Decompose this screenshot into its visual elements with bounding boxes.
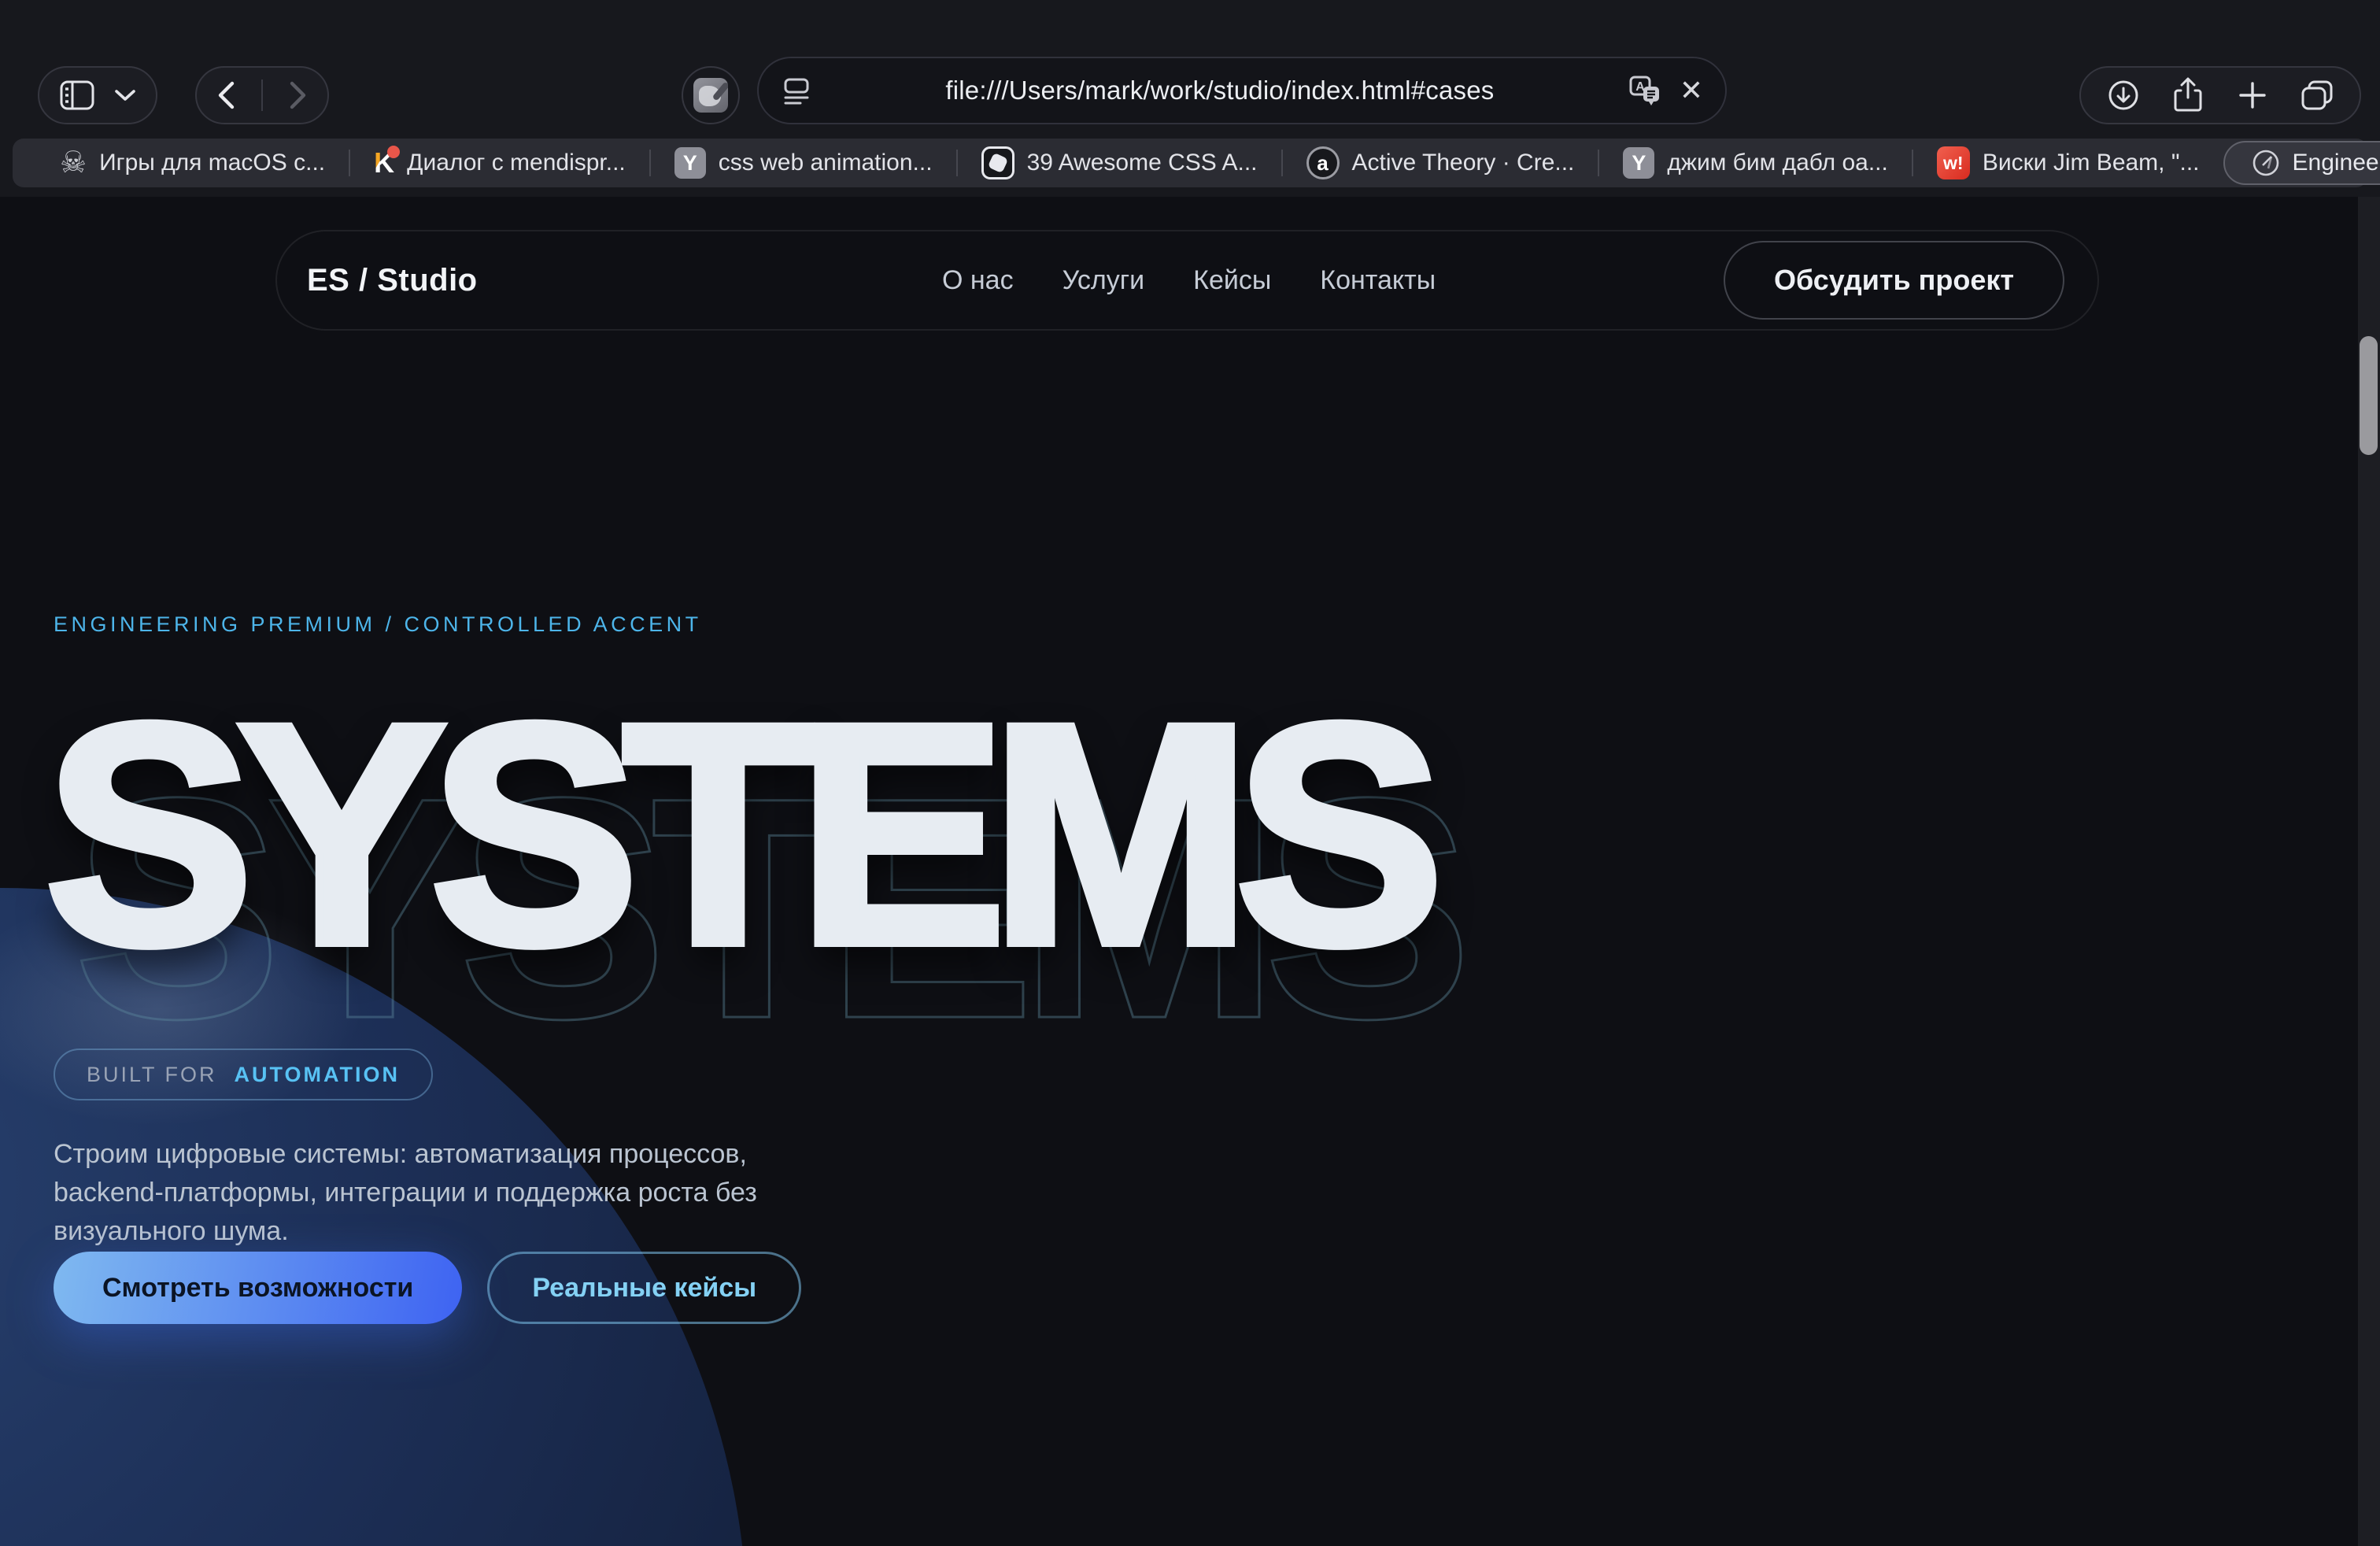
site-header: ES / Studio О нас Услуги Кейсы Контакты … bbox=[275, 230, 2099, 331]
close-icon[interactable]: ✕ bbox=[1680, 76, 1703, 105]
active-theory-icon: a bbox=[1306, 146, 1340, 179]
k-logo-icon: K bbox=[374, 149, 394, 177]
nav-link-services[interactable]: Услуги bbox=[1062, 265, 1145, 296]
bookmark-item[interactable]: a Active Theory · Cre... bbox=[1283, 146, 1598, 179]
paragraph-line: визуального шума. bbox=[54, 1212, 757, 1251]
address-bar[interactable]: file:///Users/mark/work/studio/index.htm… bbox=[757, 57, 1727, 124]
hero-badge: BUILT FOR AUTOMATION bbox=[54, 1049, 433, 1100]
share-icon[interactable] bbox=[2166, 77, 2210, 113]
extension-icon bbox=[693, 78, 728, 113]
bookmark-label: джим бим дабл оа... bbox=[1667, 150, 1887, 176]
bookmark-item[interactable]: w! Виски Jim Beam, "... bbox=[1913, 146, 2223, 179]
back-icon[interactable] bbox=[217, 81, 235, 109]
css-swirl-icon bbox=[981, 146, 1014, 179]
tab-overview-icon[interactable] bbox=[2295, 79, 2339, 112]
bookmark-item[interactable]: ☠ Игры для macOS с... bbox=[36, 148, 349, 178]
nav-link-cases[interactable]: Кейсы bbox=[1193, 265, 1271, 296]
sidebar-controls bbox=[38, 66, 157, 124]
scrollbar-thumb[interactable] bbox=[2360, 336, 2378, 455]
bookmark-item[interactable]: Y джим бим дабл оа... bbox=[1599, 147, 1911, 179]
browser-window: file:///Users/mark/work/studio/index.htm… bbox=[0, 0, 2380, 1546]
bookmark-item[interactable]: 39 Awesome CSS A... bbox=[958, 146, 1281, 179]
extension-button[interactable] bbox=[682, 66, 740, 124]
nav-link-about[interactable]: О нас bbox=[942, 265, 1014, 296]
browser-toolbar: file:///Users/mark/work/studio/index.htm… bbox=[0, 0, 2380, 132]
hero-title: SYSTEMS SYSTEMS bbox=[44, 677, 1428, 992]
bookmark-label: Active Theory · Cre... bbox=[1352, 150, 1575, 176]
site-logo: ES / Studio bbox=[307, 263, 478, 298]
url-text[interactable]: file:///Users/mark/work/studio/index.htm… bbox=[812, 76, 1628, 105]
history-controls bbox=[195, 66, 329, 124]
y-logo-icon: Y bbox=[1623, 147, 1654, 179]
page-format-icon[interactable] bbox=[781, 75, 812, 106]
nav-link-contacts[interactable]: Контакты bbox=[1320, 265, 1436, 296]
paragraph-line: Строим цифровые системы: автоматизация п… bbox=[54, 1135, 757, 1174]
active-tab-label: Engineering Systems... bbox=[2293, 150, 2380, 176]
discuss-project-button[interactable]: Обсудить проект bbox=[1724, 241, 2064, 320]
bookmark-label: Игры для macOS с... bbox=[99, 150, 325, 176]
bookmark-label: css web animation... bbox=[719, 150, 933, 176]
bookmark-label: Диалог с mendispr... bbox=[407, 150, 626, 176]
paragraph-line: backend-платформы, интеграции и поддержк… bbox=[54, 1174, 757, 1212]
window-actions bbox=[2079, 66, 2361, 124]
chevron-down-icon[interactable] bbox=[115, 89, 135, 102]
bookmark-label: Виски Jim Beam, "... bbox=[1983, 150, 2200, 176]
bookmark-item[interactable]: Y css web animation... bbox=[651, 147, 956, 179]
hero-actions: Смотреть возможности Реальные кейсы bbox=[54, 1252, 801, 1324]
site-nav: О нас Услуги Кейсы Контакты bbox=[942, 265, 1436, 296]
scrollbar-track[interactable] bbox=[2358, 197, 2380, 1546]
bookmark-item[interactable]: K Диалог с mendispr... bbox=[350, 149, 649, 177]
active-tab[interactable]: Engineering Systems... bbox=[2223, 141, 2380, 185]
new-tab-icon[interactable] bbox=[2230, 80, 2275, 110]
download-icon[interactable] bbox=[2101, 79, 2145, 112]
sidebar-toggle-icon[interactable] bbox=[60, 80, 94, 110]
divider bbox=[261, 80, 263, 111]
skull-icon: ☠ bbox=[60, 148, 87, 178]
hero-title-text: SYSTEMS bbox=[44, 658, 1428, 1010]
favorites-bar: ☠ Игры для macOS с... K Диалог с mendisp… bbox=[0, 132, 2380, 197]
badge-prefix: BUILT FOR bbox=[87, 1063, 217, 1087]
bookmark-label: 39 Awesome CSS A... bbox=[1027, 150, 1258, 176]
y-logo-icon: Y bbox=[674, 147, 706, 179]
compass-icon bbox=[2252, 149, 2280, 177]
forward-icon[interactable] bbox=[290, 81, 307, 109]
hero-paragraph: Строим цифровые системы: автоматизация п… bbox=[54, 1135, 757, 1251]
see-capabilities-button[interactable]: Смотреть возможности bbox=[54, 1252, 462, 1324]
favorites-band: ☠ Игры для macOS с... K Диалог с mendisp… bbox=[13, 139, 2367, 187]
wildberries-icon: w! bbox=[1937, 146, 1970, 179]
translate-icon[interactable]: A bbox=[1628, 75, 1662, 106]
webpage-viewport: ES / Studio О нас Услуги Кейсы Контакты … bbox=[0, 197, 2380, 1546]
hero-eyebrow: ENGINEERING PREMIUM / CONTROLLED ACCENT bbox=[54, 612, 702, 637]
badge-accent: AUTOMATION bbox=[235, 1063, 400, 1087]
real-cases-button[interactable]: Реальные кейсы bbox=[487, 1252, 801, 1324]
